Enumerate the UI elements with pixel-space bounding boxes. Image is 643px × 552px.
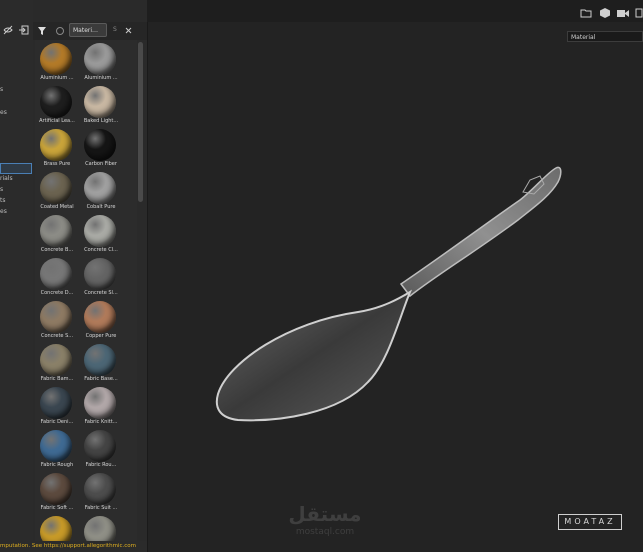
search-prefix: S	[113, 26, 117, 33]
material-label: Fabric Base...	[84, 376, 118, 382]
material-thumbnail[interactable]: Brass Pure	[35, 126, 79, 169]
material-label: Aluminium ...	[40, 75, 74, 81]
material-preview-sphere	[40, 473, 72, 505]
material-label: Fabric Bam...	[40, 376, 74, 382]
material-label: Fabric Soft ...	[40, 505, 74, 511]
material-thumbnail[interactable]: Concrete D...	[35, 255, 79, 298]
material-preview-sphere	[40, 172, 72, 204]
material-preview-sphere	[40, 301, 72, 333]
camera-icon[interactable]	[616, 8, 630, 18]
material-preview-sphere	[84, 86, 116, 118]
folder-icon[interactable]	[580, 8, 592, 18]
material-thumbnail[interactable]: Fabric Suit ...	[79, 470, 123, 513]
tree-item[interactable]: es	[0, 109, 33, 116]
material-thumbnail[interactable]: Fabric Deni...	[35, 384, 79, 427]
material-label: Concrete Cl...	[84, 247, 118, 253]
material-thumbnail[interactable]: Carbon Fiber	[79, 126, 123, 169]
tree-item[interactable]: s	[0, 186, 33, 193]
circle-icon[interactable]	[55, 26, 65, 36]
tree-item[interactable]: ts	[0, 197, 33, 204]
material-preview-sphere	[84, 258, 116, 290]
watermark-brand: MOATAZ	[558, 514, 622, 530]
material-label: Aluminium ...	[84, 75, 118, 81]
material-label: Copper Pure	[85, 333, 117, 339]
cube-icon[interactable]	[599, 7, 611, 19]
material-preview-sphere	[40, 43, 72, 75]
material-thumbnail[interactable]: Concrete Sl...	[79, 255, 123, 298]
material-label: Fabric Rough	[40, 462, 74, 468]
material-thumbnail[interactable]: Fabric Rou...	[79, 427, 123, 470]
material-preview-sphere	[84, 344, 116, 376]
watermark-url: mostaql.com	[295, 527, 355, 537]
material-label: Concrete S...	[40, 333, 74, 339]
material-thumbnail[interactable]: Artificial Lea...	[35, 83, 79, 126]
close-tab-icon[interactable]	[125, 27, 132, 34]
material-label: Fabric Suit ...	[84, 505, 118, 511]
material-preview-sphere	[84, 172, 116, 204]
material-label: Carbon Fiber	[85, 161, 117, 167]
material-thumbnail[interactable]: Cobalt Pure	[79, 169, 123, 212]
viewport-toolbar	[147, 0, 643, 23]
material-thumbnail[interactable]: Fabric Rough	[35, 427, 79, 470]
material-thumbnail[interactable]: Fabric Knitt...	[79, 384, 123, 427]
3d-viewport[interactable]	[147, 22, 643, 552]
material-label: Brass Pure	[43, 161, 71, 167]
spoon-model	[215, 166, 562, 422]
watermark-arabic: مستقل	[288, 502, 362, 526]
material-label: Concrete Sl...	[84, 290, 118, 296]
material-thumbnail[interactable]: Fabric Bam...	[35, 341, 79, 384]
tree-item[interactable]: s	[0, 86, 33, 93]
viewport-mode-select[interactable]: Material	[567, 31, 643, 42]
material-preview-sphere	[84, 215, 116, 247]
material-preview-sphere	[84, 473, 116, 505]
scroll-thumb[interactable]	[138, 42, 143, 202]
material-label: Concrete B...	[40, 247, 74, 253]
material-thumbnail[interactable]: Concrete S...	[35, 298, 79, 341]
material-thumbnail[interactable]: Copper Pure	[79, 298, 123, 341]
material-label: Artificial Lea...	[39, 118, 75, 124]
shelf-tree-panel: s es rials s ts es	[0, 0, 34, 552]
material-thumbnail[interactable]: Concrete Cl...	[79, 212, 123, 255]
material-preview-sphere	[40, 387, 72, 419]
hide-icon[interactable]	[3, 25, 13, 35]
material-label: Concrete D...	[40, 290, 74, 296]
material-label: Cobalt Pure	[86, 204, 116, 210]
material-label: Coated Metal	[40, 204, 74, 210]
material-label: Baked Light...	[83, 118, 119, 124]
status-bar: mputation. See https://support.allegorit…	[0, 541, 147, 552]
material-preview-sphere	[84, 43, 116, 75]
material-label: Fabric Knitt...	[84, 419, 118, 425]
material-preview-sphere	[40, 86, 72, 118]
material-thumbnail[interactable]: Baked Light...	[79, 83, 123, 126]
material-thumbnail[interactable]: Coated Metal	[35, 169, 79, 212]
material-preview-sphere	[84, 387, 116, 419]
material-preview-sphere	[40, 129, 72, 161]
material-preview-sphere	[84, 129, 116, 161]
material-preview-sphere	[40, 430, 72, 462]
search-tab[interactable]: Materi…	[69, 23, 107, 37]
material-preview-sphere	[84, 430, 116, 462]
import-icon[interactable]	[19, 25, 29, 35]
material-preview-sphere	[84, 301, 116, 333]
material-preview-sphere	[40, 344, 72, 376]
material-grid: Aluminium ... Aluminium ... Artificial Lea…	[35, 40, 137, 552]
tree-item-selected[interactable]	[0, 163, 32, 174]
material-label: Fabric Deni...	[40, 419, 74, 425]
tree-item[interactable]: es	[0, 208, 33, 215]
material-preview-sphere	[40, 215, 72, 247]
material-thumbnail[interactable]: Fabric Soft ...	[35, 470, 79, 513]
material-thumbnail[interactable]: Concrete B...	[35, 212, 79, 255]
material-thumbnail[interactable]: Aluminium ...	[79, 40, 123, 83]
shelf-scrollbar[interactable]	[137, 40, 145, 552]
material-label: Fabric Rou...	[85, 462, 117, 468]
filter-icon[interactable]	[37, 26, 47, 36]
material-preview-sphere	[40, 258, 72, 290]
tree-item[interactable]: rials	[0, 175, 33, 182]
material-thumbnail[interactable]: Fabric Base...	[79, 341, 123, 384]
material-thumbnail[interactable]: Aluminium ...	[35, 40, 79, 83]
panel-icon[interactable]	[635, 8, 643, 18]
